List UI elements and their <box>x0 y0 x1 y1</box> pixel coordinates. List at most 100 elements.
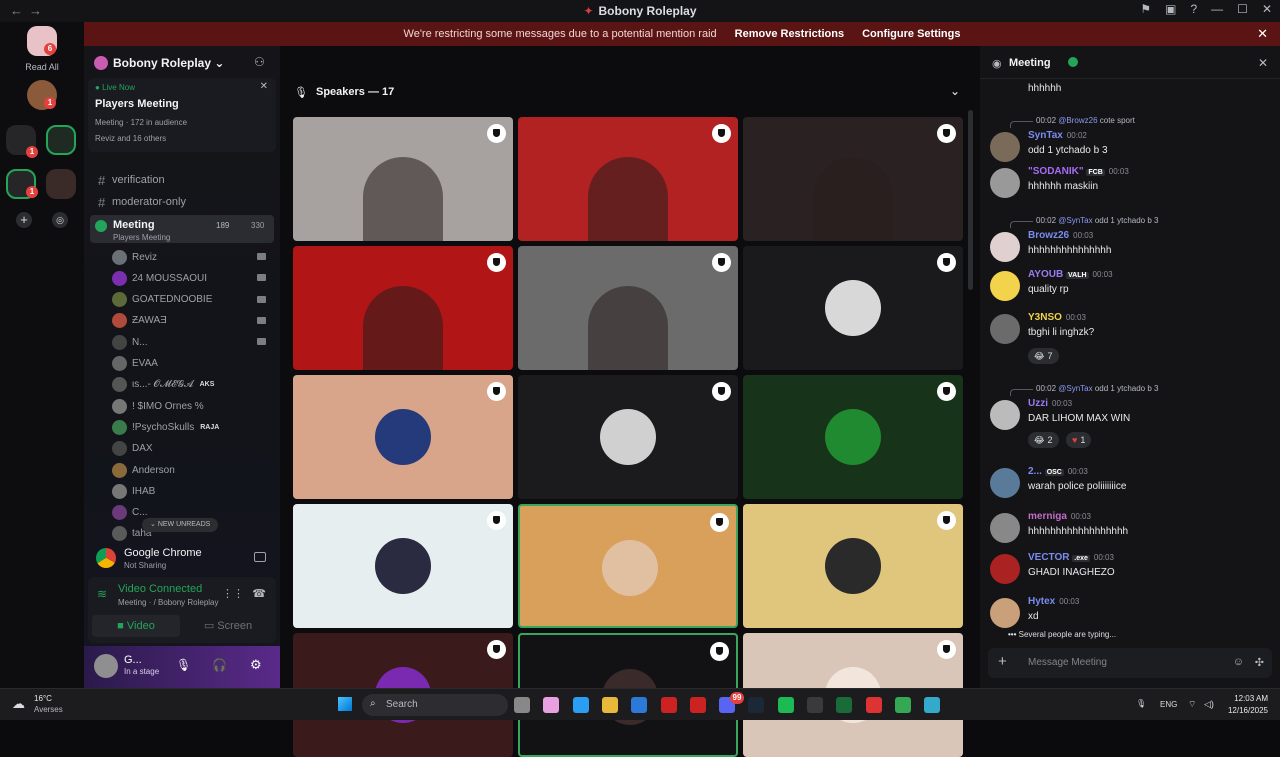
help-icon[interactable]: ? <box>1190 2 1197 16</box>
server-name[interactable]: Bobony Roleplay ⌄ <box>113 56 224 70</box>
discover-icon[interactable]: ◎ <box>52 212 68 228</box>
stage-user[interactable]: Reviz <box>112 248 266 266</box>
steam-icon[interactable] <box>748 697 765 713</box>
stage-user[interactable]: GOATEDNOOBIE <box>112 291 266 309</box>
explorer-icon[interactable] <box>601 697 618 713</box>
language-indicator[interactable]: ENG <box>1160 700 1177 709</box>
avatar[interactable] <box>990 468 1020 498</box>
stage-user[interactable]: ƵAWAƎ <box>112 312 266 330</box>
message-input[interactable]: Message Meeting <box>1028 657 1107 668</box>
close-banner-icon[interactable]: ✕ <box>1257 26 1268 42</box>
screen-button[interactable]: ▭ Screen <box>184 615 272 637</box>
speaker-video-tile[interactable] <box>293 246 513 370</box>
new-unreads-pill[interactable]: ⌄ NEW UNREADS <box>142 518 219 532</box>
add-server-icon[interactable]: + <box>16 212 32 228</box>
voice-detail[interactable]: Meeting · / Bobony Roleplay <box>118 598 219 607</box>
live-stage-card[interactable]: ● Live Now ✕ Players Meeting Meeting · 1… <box>88 78 276 152</box>
headphones-icon[interactable]: 🎧 <box>212 658 227 672</box>
chrome-icon[interactable] <box>894 697 911 713</box>
avatar[interactable] <box>990 598 1020 628</box>
moderator-shield-icon[interactable] <box>712 124 731 143</box>
stage-user[interactable]: Anderson <box>112 461 262 479</box>
volume-icon[interactable]: ◁) <box>1204 699 1214 710</box>
edge-icon[interactable] <box>572 697 589 713</box>
noise-suppression-icon[interactable]: ⋮⋮ <box>222 587 244 600</box>
message-author[interactable]: VECTOR .exe 00:03 <box>1028 552 1114 563</box>
avatar[interactable] <box>990 314 1020 344</box>
close-icon[interactable]: ✕ <box>260 81 268 92</box>
read-all-label[interactable]: Read All <box>0 62 84 72</box>
message-author[interactable]: Uzzi 00:03 <box>1028 398 1072 409</box>
speaker-avatar-tile[interactable] <box>743 375 963 499</box>
moderator-shield-icon[interactable] <box>487 640 506 659</box>
moderator-shield-icon[interactable] <box>487 511 506 530</box>
speaker-avatar-tile[interactable] <box>518 375 738 499</box>
moderator-shield-icon[interactable] <box>712 253 731 272</box>
notepad-icon[interactable] <box>924 697 941 713</box>
avatar[interactable] <box>990 400 1020 430</box>
speaker-avatar-tile[interactable] <box>293 504 513 628</box>
video-button[interactable]: ■ Video <box>92 615 180 637</box>
channel-moderator-only[interactable]: # moderator-only <box>92 192 274 212</box>
message-author[interactable]: merniga 00:03 <box>1028 511 1091 522</box>
chevron-down-icon[interactable]: ⌄ <box>950 84 960 98</box>
message-author[interactable]: Hytex 00:03 <box>1028 596 1079 607</box>
moderator-shield-icon[interactable] <box>937 253 956 272</box>
reply-preview[interactable]: 00:02 @Browz26 cote sport <box>1010 116 1135 128</box>
message-author[interactable]: Y3NSO 00:03 <box>1028 312 1086 323</box>
app-icon[interactable] <box>660 697 677 713</box>
speaker-video-tile[interactable] <box>743 117 963 241</box>
netflix-icon[interactable] <box>689 697 706 713</box>
moderator-shield-icon[interactable] <box>710 642 729 661</box>
add-attachment-icon[interactable]: + <box>998 653 1007 670</box>
moderator-shield-icon[interactable] <box>937 640 956 659</box>
configure-settings-link[interactable]: Configure Settings <box>862 28 960 40</box>
close-window-icon[interactable]: ✕ <box>1262 2 1272 16</box>
reaction-pill[interactable]: ♥ 1 <box>1066 432 1092 448</box>
clock-date[interactable]: 12/16/2025 <box>1220 706 1268 715</box>
message-author[interactable]: SynTax 00:02 <box>1028 130 1087 141</box>
terminal-icon[interactable] <box>836 697 853 713</box>
inbox-icon[interactable]: ⚑ <box>1140 2 1151 16</box>
invite-icon[interactable]: ⚇ <box>254 55 265 69</box>
app-icon[interactable] <box>807 697 823 713</box>
moderator-shield-icon[interactable] <box>712 382 731 401</box>
avatar[interactable] <box>990 132 1020 162</box>
server-folder[interactable] <box>46 169 76 199</box>
microphone-icon[interactable]: 🎙 <box>176 658 191 672</box>
moderator-shield-icon[interactable] <box>487 124 506 143</box>
speaker-video-tile[interactable] <box>518 117 738 241</box>
stage-user[interactable]: DAX <box>112 440 262 458</box>
emoji-icon[interactable]: ☺ <box>1233 656 1244 668</box>
close-chat-icon[interactable]: ✕ <box>1258 56 1268 70</box>
reaction-pill[interactable]: 😂 2 <box>1028 432 1059 448</box>
spotify-icon[interactable] <box>777 697 794 713</box>
apps-icon[interactable]: ✣ <box>1255 656 1264 669</box>
moderator-shield-icon[interactable] <box>487 382 506 401</box>
stage-user[interactable]: N... <box>112 333 266 351</box>
avatar[interactable] <box>990 232 1020 262</box>
moderator-shield-icon[interactable] <box>937 382 956 401</box>
scrollbar[interactable] <box>968 110 973 290</box>
speaker-avatar-tile[interactable] <box>518 504 738 628</box>
message-author[interactable]: "SODANIK" FCB 00:03 <box>1028 166 1129 177</box>
settings-gear-icon[interactable]: ⚙ <box>250 657 262 673</box>
reply-preview[interactable]: 00:02 @SynTax odd 1 ytchado b 3 <box>1009 216 1158 228</box>
network-icon[interactable]: ⌔ <box>1188 699 1196 710</box>
moderator-shield-icon[interactable] <box>487 253 506 272</box>
avatar[interactable] <box>990 168 1020 198</box>
share-screen-icon[interactable] <box>254 552 266 562</box>
avatar[interactable] <box>990 513 1020 543</box>
message-author[interactable]: Browz26 00:03 <box>1028 230 1093 241</box>
active-server-icon[interactable] <box>46 125 76 155</box>
channel-meeting-active[interactable]: Meeting Players Meeting 189 330 <box>90 215 274 243</box>
moderator-shield-icon[interactable] <box>937 124 956 143</box>
stage-user[interactable]: IHAB <box>112 482 262 500</box>
stage-user[interactable]: ιѕ...- 𝓞𝓜𝓔𝓖𝓐 AKS <box>112 376 262 394</box>
avatar[interactable] <box>990 554 1020 584</box>
app-icon[interactable] <box>865 697 882 713</box>
message-author[interactable]: AYOUB VALH 00:03 <box>1028 269 1113 280</box>
avatar[interactable] <box>94 654 118 678</box>
speaker-video-tile[interactable] <box>518 246 738 370</box>
speaker-avatar-tile[interactable] <box>743 246 963 370</box>
